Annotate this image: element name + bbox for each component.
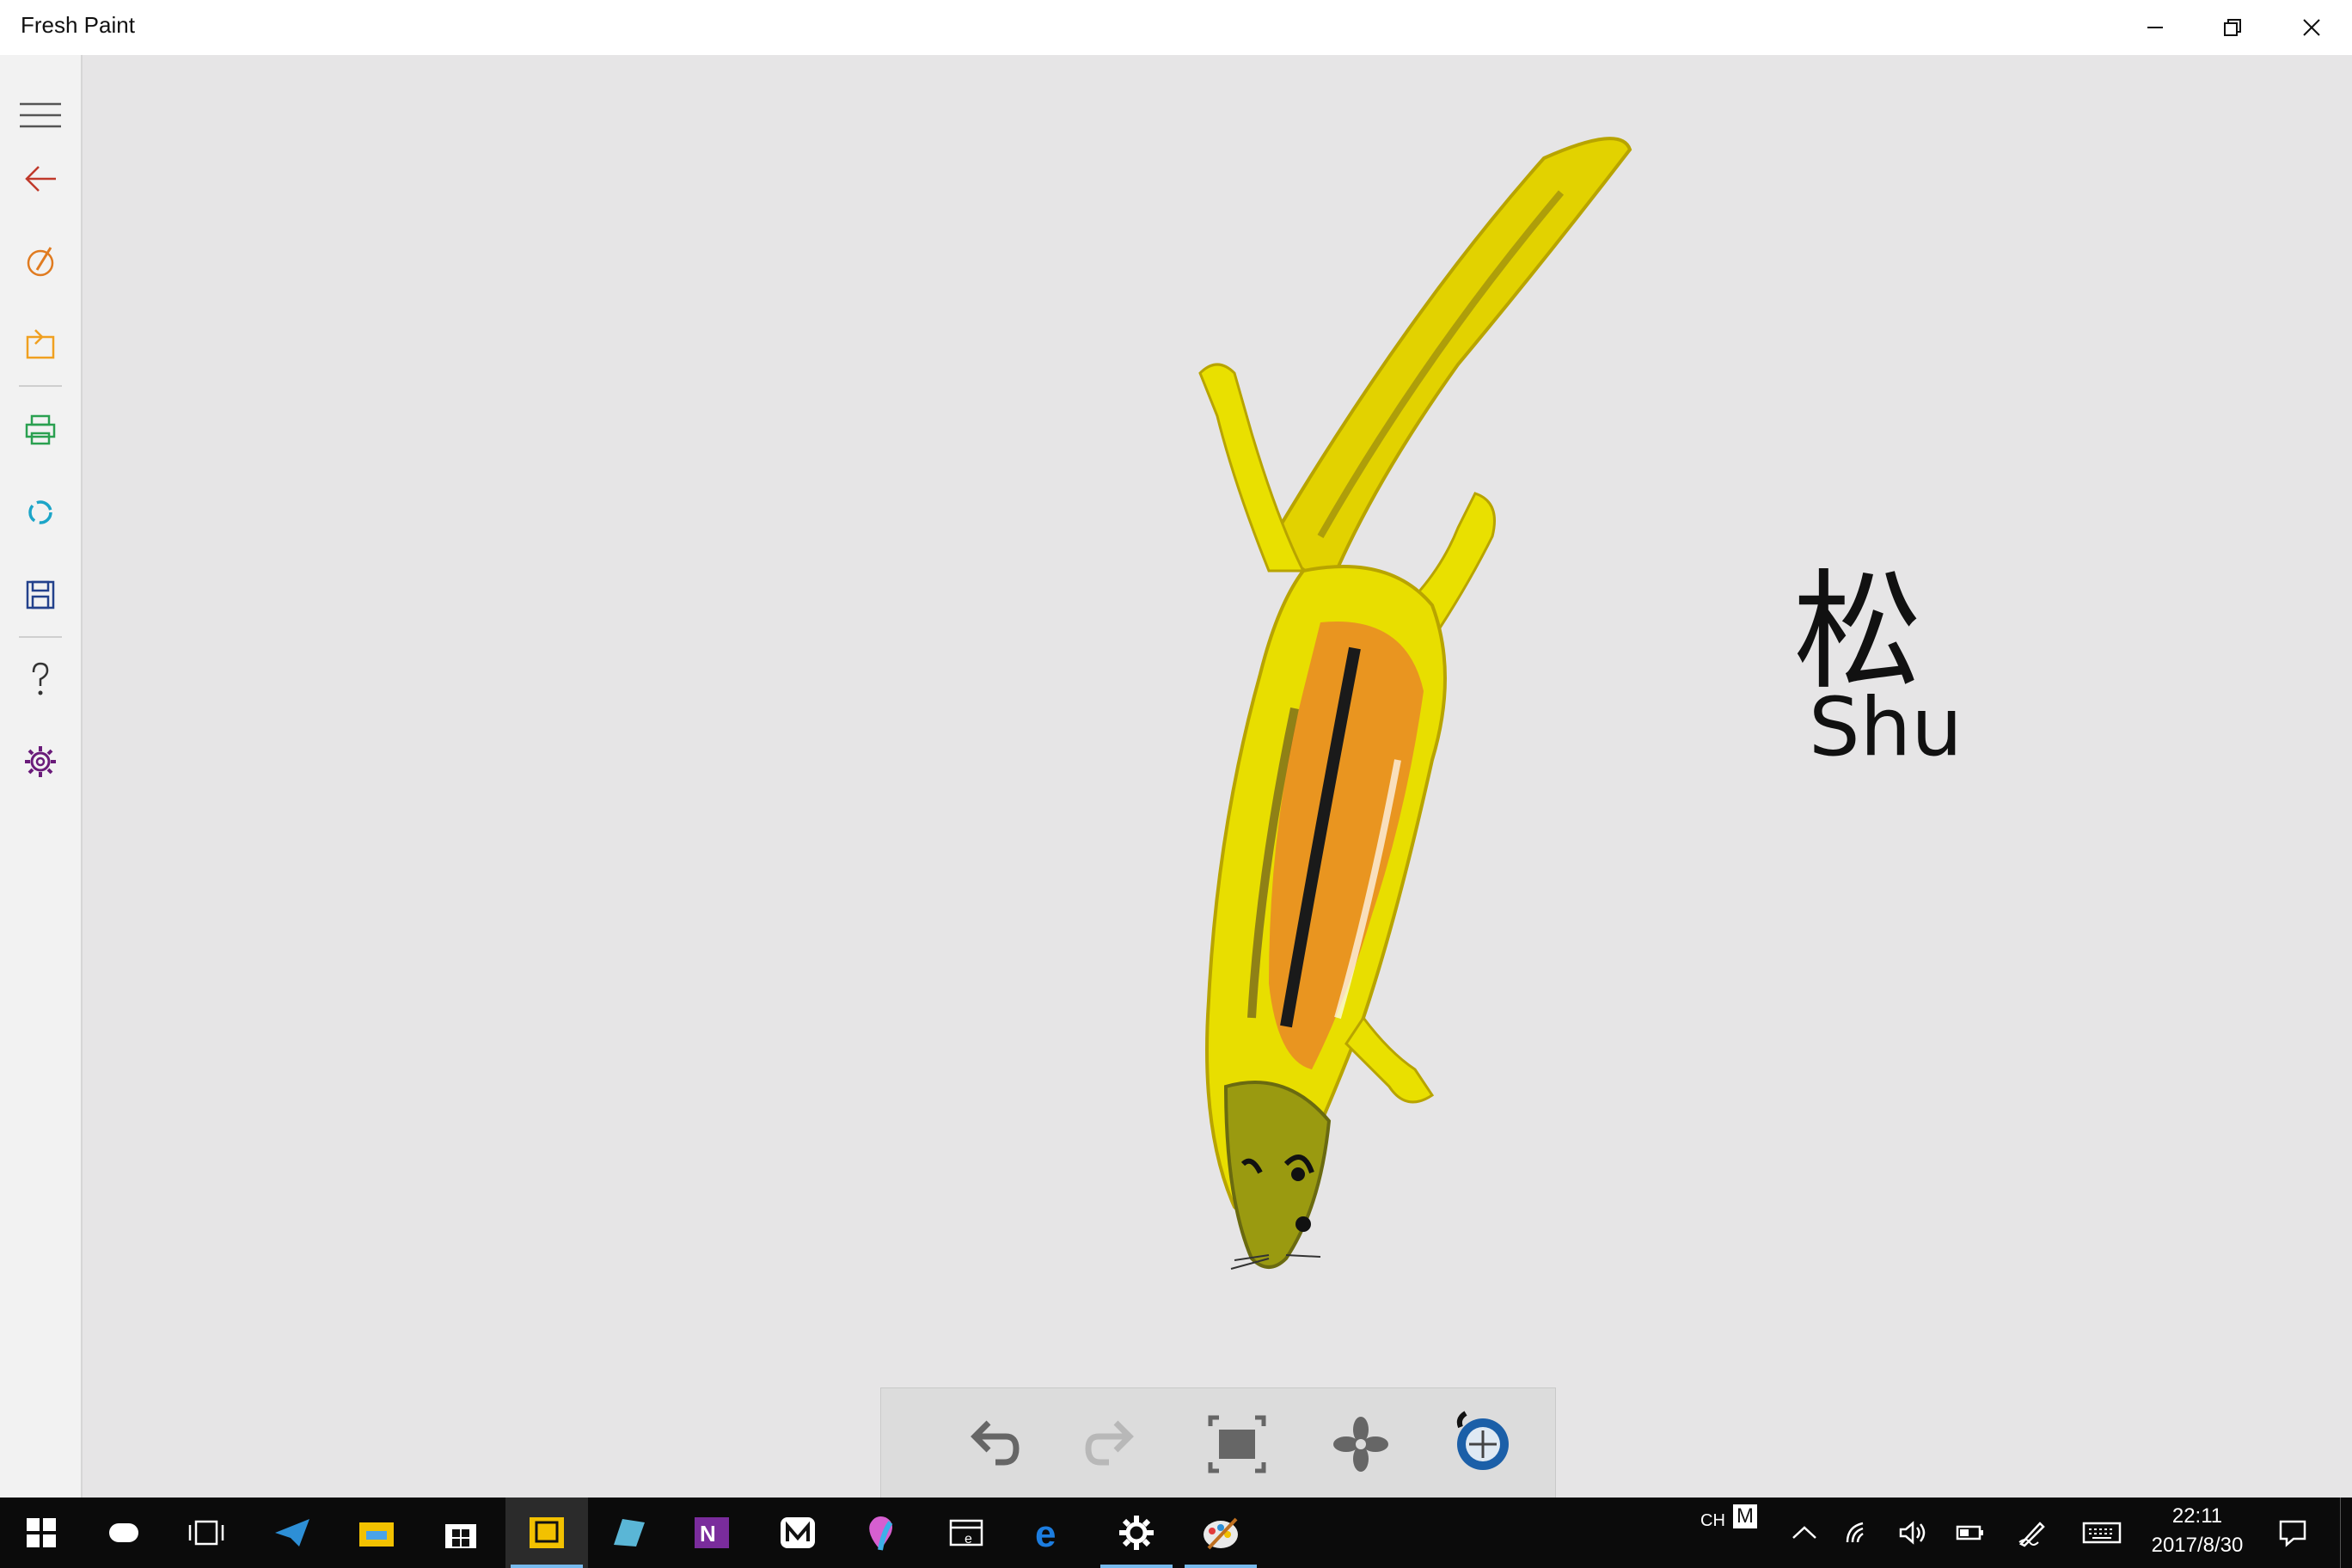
taskbar-app-media[interactable] — [756, 1498, 839, 1568]
import-icon — [26, 329, 55, 359]
paint-button[interactable] — [0, 227, 81, 296]
canvas-toolbar — [880, 1387, 1556, 1499]
back-arrow-icon — [25, 166, 56, 192]
paint-balloon-icon — [869, 1516, 893, 1551]
pen-icon — [2018, 1522, 2045, 1547]
restore-icon — [2224, 19, 2241, 36]
fit-screen-button[interactable] — [1194, 1406, 1280, 1483]
print-icon — [25, 414, 56, 445]
undo-icon — [971, 1420, 1020, 1466]
print-button[interactable] — [0, 395, 81, 464]
windows-taskbar: N e e CH M 22:11 2017/8/30 — [0, 1498, 2352, 1568]
settings-button[interactable] — [0, 727, 81, 796]
tool-selector-button[interactable] — [1440, 1406, 1526, 1483]
title-bar: Fresh Paint — [0, 0, 2352, 56]
taskbar-app-paint-balloon[interactable] — [839, 1498, 922, 1568]
minimize-icon — [2147, 27, 2163, 28]
taskbar-app-settings[interactable] — [1095, 1498, 1178, 1568]
settings-icon — [25, 746, 56, 777]
taskbar-app-telegram[interactable] — [251, 1498, 334, 1568]
save-icon — [26, 580, 55, 609]
onenote-icon: N — [695, 1517, 729, 1548]
taskbar-app-sketch[interactable] — [505, 1498, 588, 1568]
keyboard-icon — [2082, 1522, 2122, 1544]
minimize-button[interactable] — [2116, 0, 2194, 55]
dry-fan-icon — [1333, 1417, 1388, 1472]
news-app-icon: e — [949, 1519, 983, 1547]
wifi-icon — [1846, 1522, 1864, 1543]
paint-brush-icon — [27, 247, 54, 277]
fresh-paint-icon — [1204, 1517, 1238, 1550]
clock-date[interactable]: 2017/8/30 — [2141, 1534, 2254, 1558]
taskbar-app-edge[interactable]: e — [1009, 1498, 1092, 1568]
painting-caption-text: Shu — [1809, 681, 1963, 775]
taskbar-app-file-explorer[interactable] — [335, 1498, 418, 1568]
share-icon — [28, 500, 52, 524]
clock-time[interactable]: 22:11 — [2149, 1504, 2245, 1528]
tool-selector-icon — [1456, 1411, 1509, 1470]
ime-mode-indicator[interactable]: M — [1733, 1504, 1757, 1528]
hamburger-menu-button[interactable] — [0, 81, 81, 150]
import-button[interactable] — [0, 309, 81, 378]
taskbar-app-sticky[interactable] — [588, 1498, 671, 1568]
telegram-icon — [275, 1519, 309, 1547]
start-button[interactable] — [0, 1498, 83, 1568]
sticky-app-icon — [614, 1519, 645, 1547]
window-title: Fresh Paint — [21, 12, 135, 38]
share-button[interactable] — [0, 478, 81, 547]
settings-gear-icon — [1119, 1516, 1154, 1550]
taskbar-app-news[interactable]: e — [925, 1498, 1008, 1568]
notification-icon — [2279, 1520, 2306, 1547]
back-button[interactable] — [0, 144, 81, 213]
svg-text:N: N — [700, 1521, 716, 1547]
svg-text:e: e — [965, 1532, 972, 1547]
task-view-button[interactable] — [165, 1498, 248, 1568]
edge-icon: e — [1035, 1514, 1056, 1552]
show-desktop-button[interactable] — [2340, 1498, 2344, 1568]
help-icon — [32, 662, 49, 695]
pen-workspace-button[interactable] — [1998, 1498, 2067, 1568]
input-language-indicator[interactable]: CH — [1700, 1511, 1725, 1531]
touch-keyboard-button[interactable] — [2063, 1498, 2141, 1568]
close-button[interactable] — [2273, 0, 2350, 55]
svg-text:e: e — [1035, 1514, 1056, 1552]
redo-button[interactable] — [1070, 1406, 1156, 1483]
sidebar-separator — [19, 636, 62, 638]
battery-button[interactable] — [1936, 1498, 2005, 1568]
start-icon — [27, 1518, 56, 1547]
squirrel-painting — [1198, 137, 1632, 1270]
taskbar-app-fresh-paint[interactable] — [1179, 1498, 1262, 1568]
cortana-button[interactable] — [83, 1498, 165, 1568]
app-sidebar — [0, 55, 83, 1498]
store-icon — [445, 1524, 476, 1548]
painting-canvas[interactable]: 松 Shu — [83, 55, 2352, 1498]
cortana-icon — [109, 1523, 138, 1542]
help-button[interactable] — [0, 645, 81, 714]
action-center-button[interactable] — [2254, 1498, 2331, 1568]
sketch-app-icon — [530, 1517, 564, 1548]
close-icon — [2303, 19, 2320, 36]
file-explorer-icon — [359, 1522, 394, 1547]
save-button[interactable] — [0, 560, 81, 629]
battery-icon — [1956, 1525, 1983, 1540]
task-view-icon — [188, 1520, 224, 1546]
taskbar-app-store[interactable] — [420, 1498, 502, 1568]
menu-icon — [20, 102, 61, 128]
taskbar-app-onenote[interactable]: N — [671, 1498, 753, 1568]
undo-button[interactable] — [948, 1406, 1034, 1483]
dry-paint-fan-button[interactable] — [1318, 1406, 1404, 1483]
sidebar-separator — [19, 385, 62, 387]
fit-screen-icon — [1208, 1415, 1266, 1473]
redo-icon — [1085, 1420, 1134, 1466]
chevron-up-icon — [1792, 1526, 1816, 1539]
media-app-icon — [781, 1517, 815, 1548]
volume-icon — [1899, 1521, 1926, 1545]
restore-button[interactable] — [2194, 0, 2271, 55]
